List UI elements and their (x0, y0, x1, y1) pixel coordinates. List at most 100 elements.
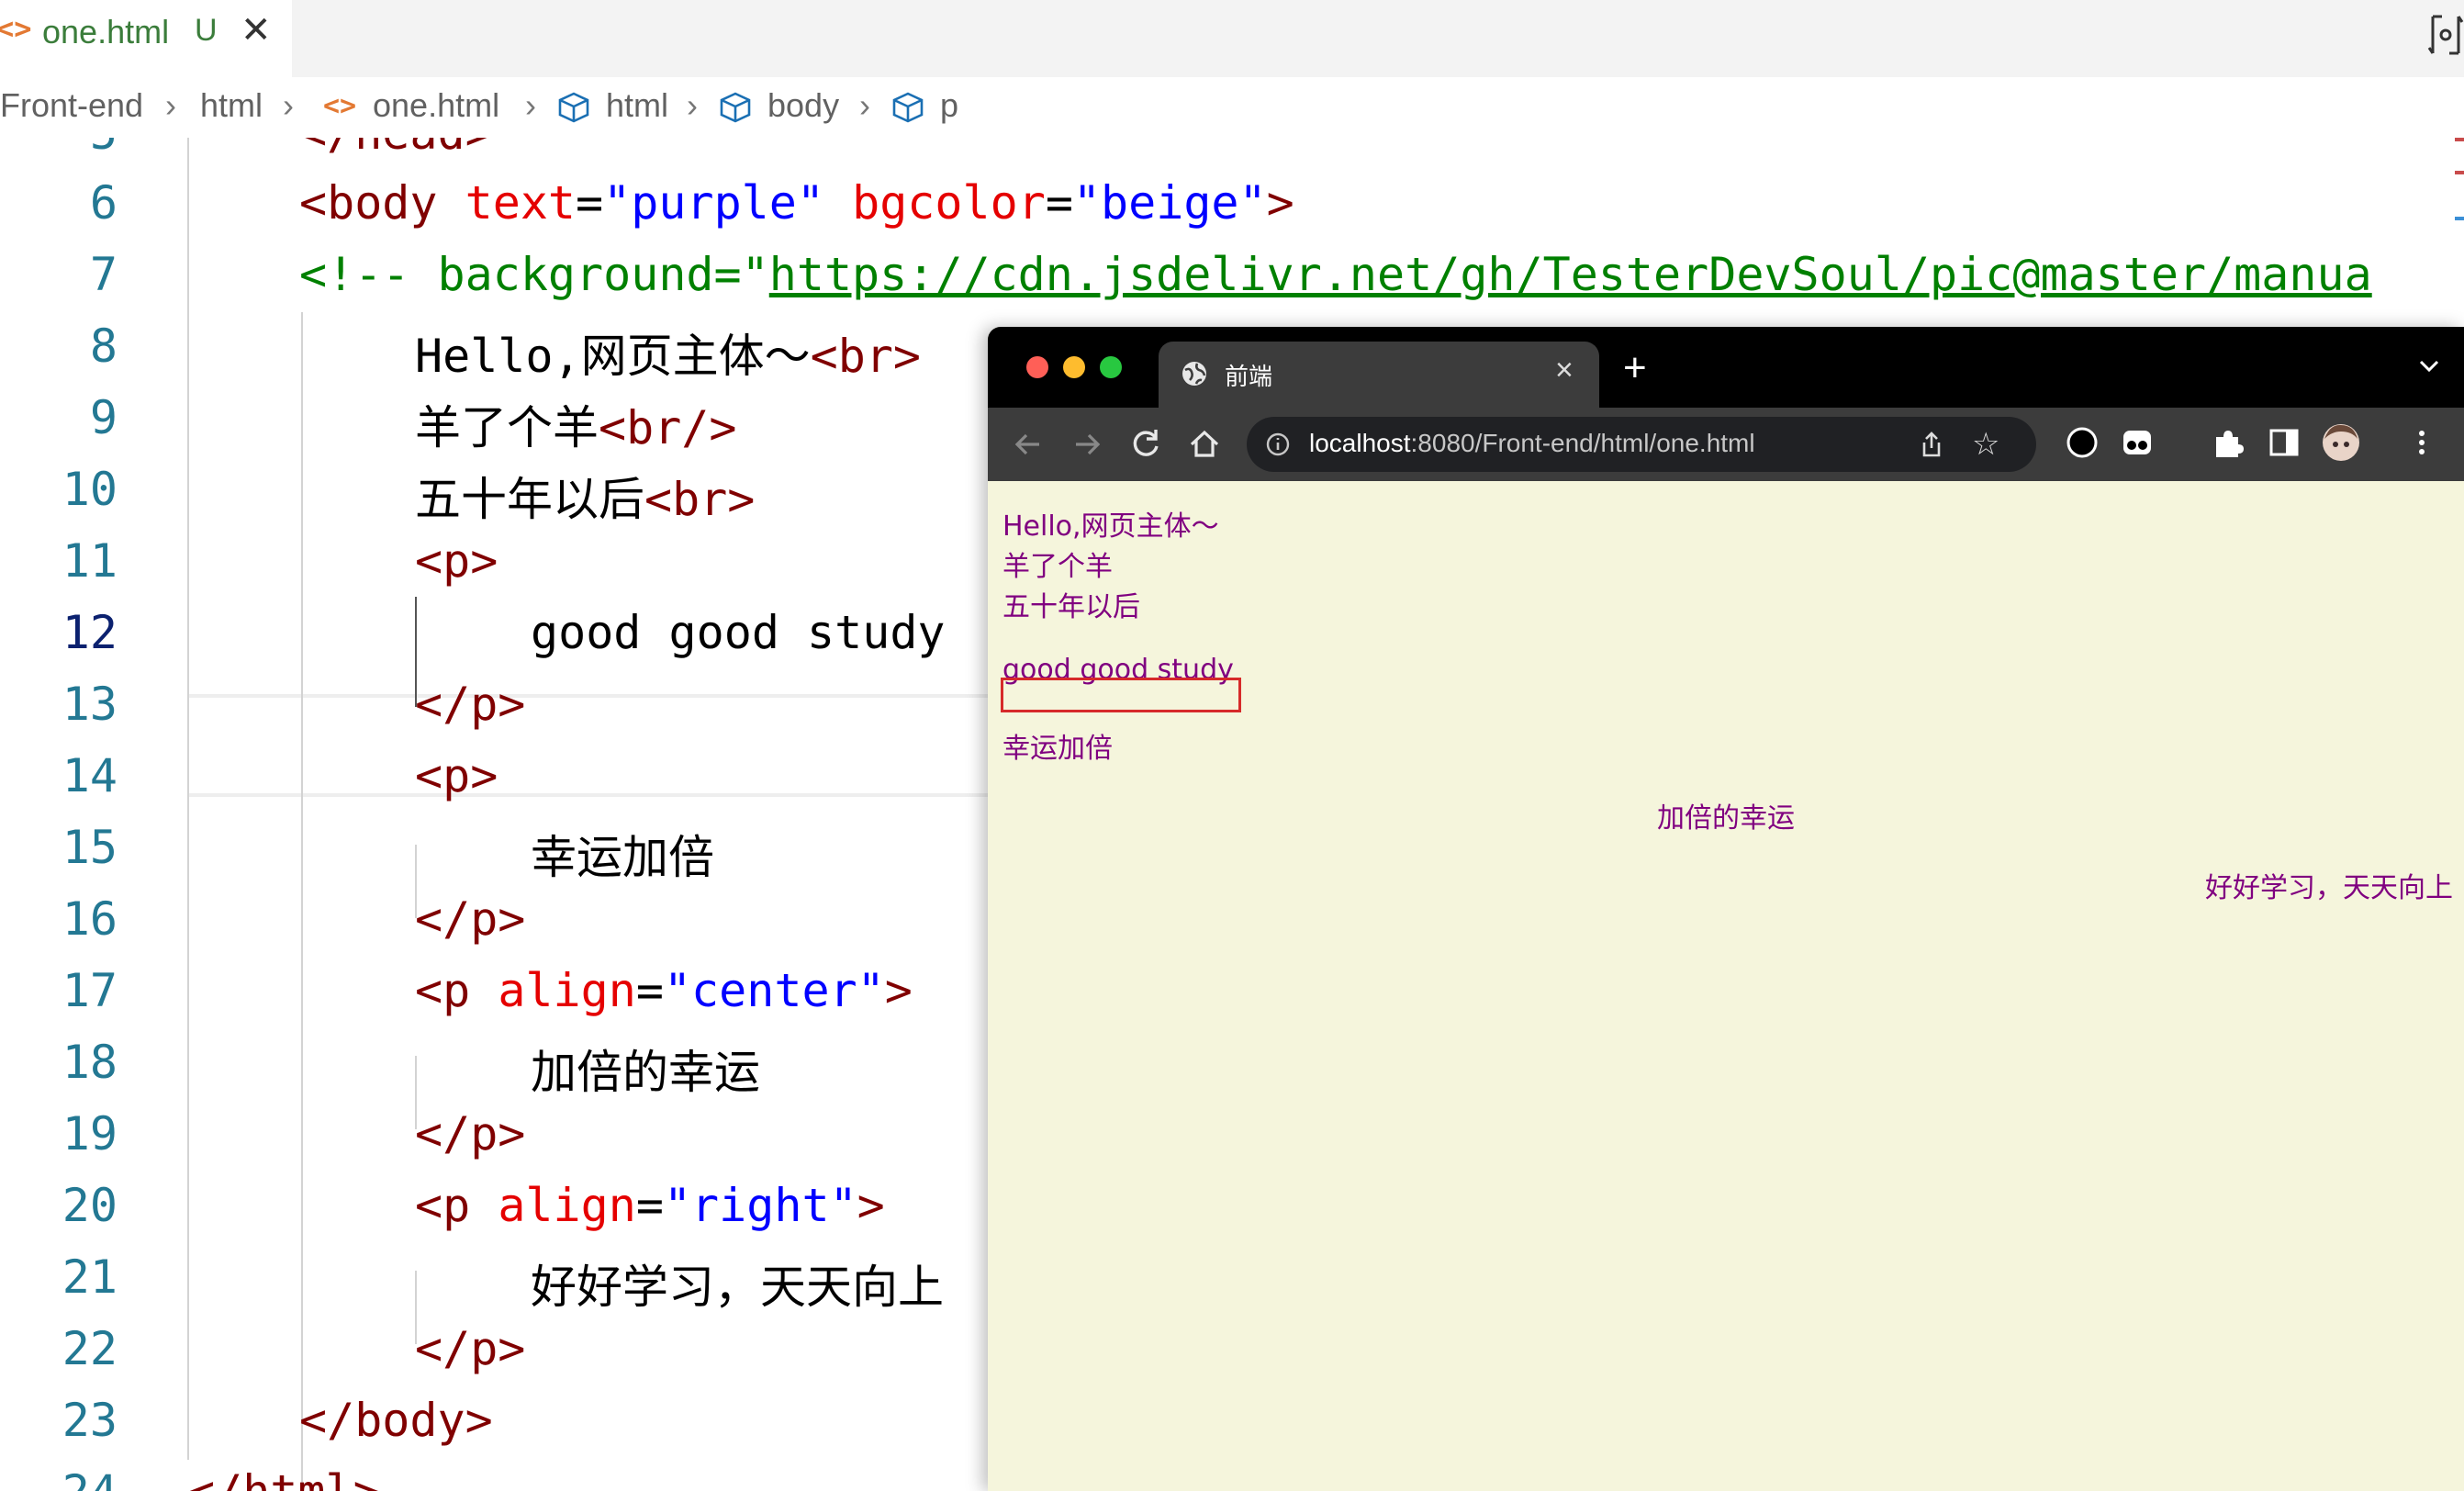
page-text-line-1: Hello,网页主体～ (1002, 510, 1219, 543)
share-icon[interactable] (1917, 430, 1946, 459)
profile-avatar[interactable] (2321, 422, 2361, 463)
back-arrow-icon[interactable] (1008, 424, 1048, 465)
code-link[interactable]: https://cdn.jsdelivr.net/gh/TesterDevSou… (769, 248, 2372, 301)
element-cube-icon (558, 92, 589, 123)
code-token-tag: <br> (810, 330, 922, 383)
code-token-tag: > (857, 1179, 885, 1232)
editor-tab-bar: <> one.html U ✕ (0, 0, 2464, 77)
compare-changes-icon[interactable] (2427, 13, 2464, 57)
breadcrumb-item-p[interactable]: p (940, 86, 958, 125)
home-icon[interactable] (1184, 424, 1225, 465)
browser-tab-title: 前端 (1225, 363, 1273, 390)
line-number: 11 (62, 534, 118, 588)
info-icon[interactable] (1265, 432, 1291, 457)
line-number: 10 (62, 463, 118, 516)
indent-guide (301, 312, 303, 1487)
window-close-button[interactable] (1026, 356, 1048, 378)
breadcrumb-item-body[interactable]: body (767, 86, 839, 125)
code-line-18: 加倍的幸运 (531, 1046, 760, 1099)
code-token-tag: > (884, 964, 913, 1017)
code-line-23: </body> (299, 1394, 493, 1447)
side-panel-icon[interactable] (2264, 422, 2304, 463)
address-url: localhost:8080/Front-end/html/one.html (1309, 429, 1755, 458)
minimap-marker (2455, 171, 2464, 174)
line-number: 5 (0, 138, 118, 160)
code-token-tag: > (1266, 176, 1294, 230)
code-line-13: </p> (415, 678, 526, 731)
breadcrumb-item-front-end[interactable]: Front-end (0, 86, 143, 125)
page-paragraph-center: 加倍的幸运 (1657, 802, 1795, 835)
chevron-right-icon: › (525, 86, 536, 124)
line-number: 16 (62, 892, 118, 946)
editor-tab-one-html[interactable]: <> one.html U ✕ (0, 0, 292, 77)
code-line-10: 五十年以后<br> (415, 463, 755, 529)
code-token-eq: = (635, 1179, 664, 1232)
line-number: 21 (62, 1250, 118, 1304)
more-menu-icon[interactable] (2402, 422, 2442, 463)
forward-arrow-icon[interactable] (1067, 424, 1107, 465)
browser-toolbar: localhost:8080/Front-end/html/one.html ☆ (988, 408, 2464, 481)
breadcrumb-item-one-html[interactable]: one.html (373, 86, 499, 125)
code-text: 羊了个羊 (415, 401, 599, 454)
reload-icon[interactable] (1126, 424, 1166, 465)
code-line-8: Hello,网页主体～<br> (415, 320, 921, 386)
address-host: localhost (1309, 429, 1411, 457)
tab-filename: one.html (42, 13, 170, 50)
extension-circle-icon[interactable] (2062, 422, 2102, 463)
window-minimize-button[interactable] (1063, 356, 1085, 378)
code-line-24: </html> (187, 1465, 381, 1491)
window-zoom-button[interactable] (1100, 356, 1122, 378)
code-token-attr: align (498, 964, 636, 1017)
code-line-5: </head> (299, 138, 493, 160)
code-token-tag: <body (299, 176, 438, 230)
line-number: 6 (89, 176, 118, 230)
code-token-tag: <p (415, 1179, 471, 1232)
breadcrumb-item-html-element[interactable]: html (606, 86, 668, 125)
line-number: 20 (62, 1179, 118, 1232)
page-text-line-2: 羊了个羊 (1002, 551, 1113, 583)
code-token-eq: = (1045, 176, 1073, 230)
bookmark-star-icon[interactable]: ☆ (1972, 426, 1999, 463)
code-line-19: </p> (415, 1107, 526, 1160)
line-number: 8 (89, 320, 118, 373)
globe-icon (1182, 362, 1206, 386)
extensions-puzzle-icon[interactable] (2207, 422, 2247, 463)
code-line-22: </p> (415, 1322, 526, 1375)
tab-git-status: U (195, 13, 218, 48)
code-text: Hello,网页主体～ (415, 330, 811, 383)
breadcrumb: Front-end › html › <> one.html › html › … (0, 77, 2464, 138)
breadcrumb-item-html-folder[interactable]: html (200, 86, 263, 125)
line-number: 17 (62, 964, 118, 1017)
code-line-9: 羊了个羊<br/> (415, 391, 737, 457)
extension-eyes-icon[interactable] (2117, 422, 2157, 463)
page-paragraph-2: 幸运加倍 (1002, 733, 1113, 765)
indent-guide (187, 138, 189, 1460)
code-token-attr: align (498, 1179, 636, 1232)
chevron-right-icon: › (859, 86, 870, 124)
line-number: 15 (62, 821, 118, 874)
address-bar[interactable]: localhost:8080/Front-end/html/one.html ☆ (1247, 417, 2036, 472)
code-line-21: 好好学习，天天向上 (531, 1261, 944, 1314)
code-token-attr: text (465, 176, 577, 230)
line-number: 23 (62, 1394, 118, 1447)
close-icon[interactable]: ✕ (241, 9, 272, 51)
html-brackets-icon: <> (0, 11, 32, 46)
highlight-annotation-box (1001, 678, 1241, 712)
chevron-down-icon[interactable] (2416, 353, 2442, 378)
browser-tab[interactable]: 前端 × (1159, 342, 1599, 408)
close-icon[interactable]: × (1555, 353, 1574, 388)
minimap-marker (2455, 138, 2464, 141)
address-path: :8080/Front-end/html/one.html (1410, 429, 1755, 457)
code-token-tag: <br/> (599, 401, 737, 454)
code-token-comment: <!-- background=" (299, 248, 769, 301)
code-token-eq: = (635, 964, 664, 1017)
minimap-marker (2455, 217, 2464, 220)
line-number: 7 (89, 248, 118, 301)
code-line-6: <body text="purple" bgcolor="beige"> (299, 176, 1294, 230)
browser-window: 前端 × + localhost:8080/Front-end/html/one… (988, 327, 2464, 1491)
line-number: 22 (62, 1322, 118, 1375)
line-number: 13 (62, 678, 118, 731)
new-tab-button[interactable]: + (1623, 345, 1647, 391)
code-token-string: "purple" (603, 176, 824, 230)
code-line-16: </p> (415, 892, 526, 946)
